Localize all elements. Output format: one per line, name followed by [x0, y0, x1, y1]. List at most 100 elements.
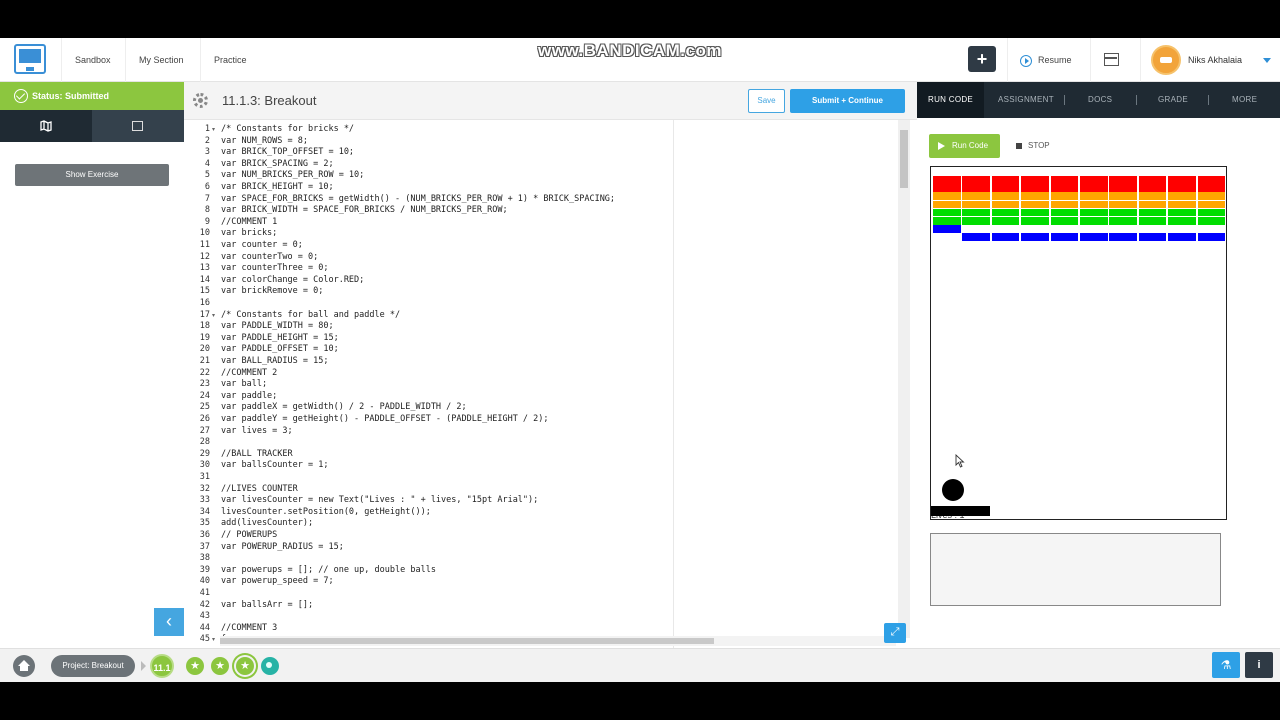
code-line[interactable]: var ballsCounter = 1; [221, 460, 328, 470]
game-canvas[interactable]: Lives : 1 [930, 166, 1227, 520]
code-line[interactable]: var livesCounter = new Text("Lives : " +… [221, 495, 538, 505]
line-number: 14 [199, 274, 210, 285]
brick [1168, 192, 1196, 200]
code-line[interactable]: /* Constants for bricks */ [221, 124, 354, 134]
code-line[interactable]: var PADDLE_WIDTH = 80; [221, 321, 334, 331]
scroll-thumb[interactable] [900, 130, 908, 188]
info-icon[interactable]: i [1245, 652, 1273, 678]
stop-button[interactable]: STOP [1016, 134, 1050, 158]
brick [1080, 176, 1108, 184]
scroll-thumb[interactable] [220, 638, 714, 644]
tab-assignment[interactable]: ASSIGNMENT [998, 82, 1054, 118]
horizontal-scrollbar[interactable] [220, 636, 896, 646]
star-icon[interactable]: ★ [236, 657, 254, 675]
line-number: 18 [199, 321, 210, 332]
fold-arrow-icon[interactable]: ▾ [212, 126, 215, 133]
code-line[interactable]: var lives = 3; [221, 426, 293, 436]
save-button[interactable]: Save [748, 89, 785, 113]
code-line[interactable]: //COMMENT 2 [221, 368, 277, 378]
code-line[interactable]: // POWERUPS [221, 530, 277, 540]
gear-icon[interactable] [193, 93, 208, 108]
line-number: 8 [204, 205, 210, 216]
code-line[interactable]: var PADDLE_HEIGHT = 15; [221, 333, 339, 343]
bottom-bar: Project: Breakout 11.1 ★ ★ ★ ⚗ i [0, 648, 1280, 682]
check-circle-icon [14, 89, 28, 103]
nav-sandbox[interactable]: Sandbox [61, 38, 124, 82]
tab-more[interactable]: MORE [1232, 82, 1257, 118]
fold-arrow-icon[interactable]: ▾ [212, 312, 215, 319]
code-line[interactable]: var PADDLE_OFFSET = 10; [221, 344, 339, 354]
flask-icon[interactable]: ⚗ [1212, 652, 1240, 678]
code-line[interactable]: var BRICK_WIDTH = SPACE_FOR_BRICKS / NUM… [221, 205, 508, 215]
recording-watermark: www.BANDICAM.com [538, 41, 722, 60]
code-line[interactable]: //BALL TRACKER [221, 449, 293, 459]
line-number: 3 [204, 147, 210, 158]
code-line[interactable]: var BRICK_TOP_OFFSET = 10; [221, 147, 354, 157]
code-line[interactable]: var BRICK_HEIGHT = 10; [221, 182, 334, 192]
brick [1168, 217, 1196, 225]
nav-my-section[interactable]: My Section [125, 38, 197, 82]
expand-editor-button[interactable]: ⤢ [884, 623, 906, 643]
code-line[interactable]: var paddleX = getWidth() / 2 - PADDLE_WI… [221, 402, 467, 412]
show-exercise-button[interactable]: Show Exercise [15, 164, 169, 186]
line-number: 4 [204, 158, 210, 169]
code-line[interactable]: var bricks; [221, 228, 277, 238]
code-line[interactable]: var powerup_speed = 7; [221, 576, 334, 586]
calendar-icon [132, 121, 143, 131]
code-line[interactable]: var ballsArr = []; [221, 600, 313, 610]
code-line[interactable]: var brickRemove = 0; [221, 286, 323, 296]
nav-practice[interactable]: Practice [200, 38, 260, 82]
code-line[interactable]: add(livesCounter); [221, 518, 313, 528]
run-code-button[interactable]: Run Code [929, 134, 1000, 158]
code-line[interactable]: var NUM_BRICKS_PER_ROW = 10; [221, 170, 364, 180]
star-icon[interactable]: ★ [211, 657, 229, 675]
star-icon[interactable]: ★ [186, 657, 204, 675]
brick [1168, 208, 1196, 217]
code-line[interactable]: var POWERUP_RADIUS = 15; [221, 542, 344, 552]
calendar-icon[interactable] [1090, 38, 1132, 82]
collapse-panel-button[interactable]: ‹ [154, 608, 184, 636]
lesson-number[interactable]: 11.1 [150, 654, 174, 678]
code-line[interactable]: //COMMENT 3 [221, 623, 277, 633]
code-line[interactable]: var paddleY = getHeight() - PADDLE_OFFSE… [221, 414, 549, 424]
tab-grade[interactable]: GRADE [1158, 82, 1188, 118]
tab-run-code[interactable]: RUN CODE [917, 82, 985, 118]
code-line[interactable]: //COMMENT 1 [221, 217, 277, 227]
code-line[interactable]: var counterThree = 0; [221, 263, 328, 273]
output-console[interactable] [930, 533, 1221, 606]
code-line[interactable]: var SPACE_FOR_BRICKS = getWidth() - (NUM… [221, 194, 615, 204]
brick [1138, 208, 1167, 217]
code-line[interactable]: var BALL_RADIUS = 15; [221, 356, 328, 366]
code-line[interactable]: var colorChange = Color.RED; [221, 275, 364, 285]
brick [1138, 200, 1167, 209]
home-icon[interactable] [13, 655, 35, 677]
code-line[interactable]: var NUM_ROWS = 8; [221, 136, 308, 146]
vertical-scrollbar[interactable] [898, 120, 910, 638]
code-line[interactable]: livesCounter.setPosition(0, getHeight())… [221, 507, 431, 517]
brick [933, 192, 961, 200]
line-number: 11 [199, 240, 210, 250]
exercise-dot-icon[interactable] [261, 657, 279, 675]
brick [1138, 192, 1167, 200]
code-line[interactable]: /* Constants for ball and paddle */ [221, 310, 400, 320]
project-breadcrumb[interactable]: Project: Breakout [51, 655, 135, 677]
code-editor[interactable]: 1 ▾ 2 3 4 5 6 7 8 9 10 11 12 13 14 15 16 17 ▾ 18 19 20 21 22 23 2… [184, 120, 910, 648]
fold-arrow-icon[interactable]: ▾ [212, 636, 215, 643]
tab-calendar[interactable] [92, 110, 184, 142]
resume-button[interactable]: Resume [1007, 38, 1072, 82]
code-line[interactable]: var counter = 0; [221, 240, 303, 250]
code-line[interactable]: var powerups = []; // one up, double bal… [221, 565, 436, 575]
submit-continue-button[interactable]: Submit + Continue [790, 89, 905, 113]
brick [1021, 233, 1049, 241]
tab-docs[interactable]: DOCS [1088, 82, 1112, 118]
code-line[interactable]: var BRICK_SPACING = 2; [221, 159, 334, 169]
code-line[interactable]: var paddle; [221, 391, 277, 401]
create-button[interactable]: + [968, 46, 996, 72]
code-line[interactable]: var counterTwo = 0; [221, 252, 318, 262]
user-menu[interactable]: Niks Akhalaia [1140, 38, 1271, 82]
codehs-logo-icon[interactable] [14, 44, 46, 74]
chevron-right-icon [141, 661, 146, 671]
code-line[interactable]: var ball; [221, 379, 267, 389]
code-line[interactable]: //LIVES COUNTER [221, 484, 298, 494]
tab-map[interactable] [0, 110, 92, 142]
